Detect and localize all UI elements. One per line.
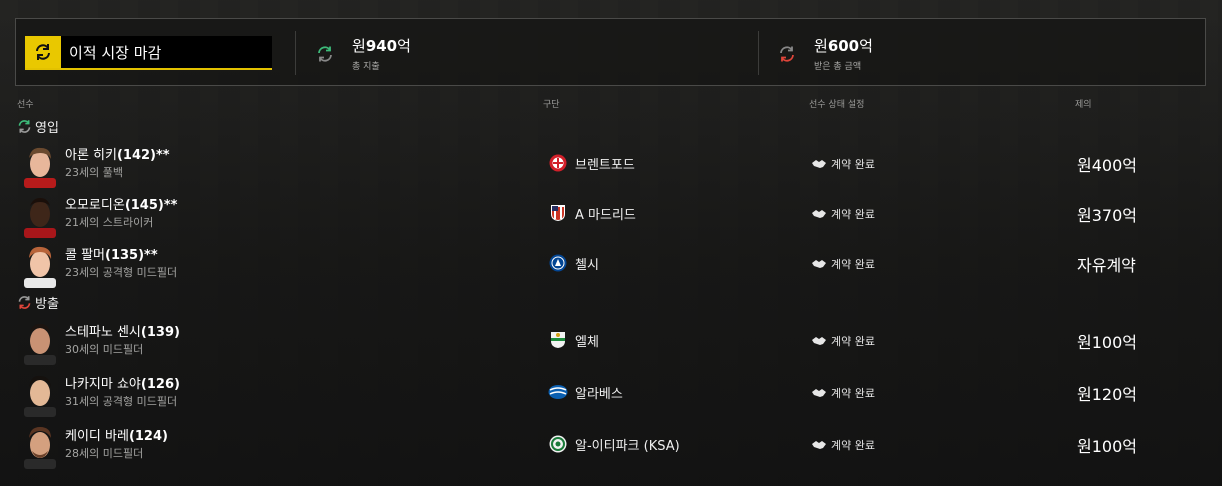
- player-name[interactable]: 나카지마 쇼야(126): [65, 373, 180, 392]
- player-status[interactable]: 계약 완료: [811, 437, 875, 453]
- total-spent-stat: 원940억 총 지출: [316, 35, 411, 72]
- handshake-icon: [812, 210, 826, 218]
- total-received-label: 받은 총 금액: [814, 62, 862, 72]
- offer-value: 원370억: [1077, 206, 1137, 225]
- offer-value: 원100억: [1077, 333, 1137, 352]
- transfer-cycle-icon: [25, 36, 61, 68]
- incoming-transfer-icon: [18, 120, 31, 133]
- player-description: 30세의 미드필더: [65, 343, 144, 356]
- player-status[interactable]: 계약 완료: [811, 256, 875, 272]
- player-description: 31세의 공격형 미드필더: [65, 395, 178, 408]
- player-name[interactable]: 오모로디온(145)**: [65, 194, 177, 213]
- club-name: 알-이티파크 (KSA): [575, 438, 680, 454]
- column-header-player: 선수: [17, 100, 34, 110]
- club-name: 알라베스: [575, 386, 623, 402]
- handshake-icon: [812, 337, 826, 345]
- incoming-transfer-icon: [318, 46, 332, 62]
- player-description: 28세의 미드필더: [65, 447, 144, 460]
- outgoing-transfer-icon: [18, 296, 31, 309]
- handshake-icon: [812, 441, 826, 449]
- player-description: 23세의 공격형 미드필더: [65, 266, 178, 279]
- total-received-stat: 원600억 받은 총 금액: [778, 35, 873, 72]
- offer-value: 원400억: [1077, 156, 1137, 175]
- section-outgoing: 방출: [17, 293, 59, 312]
- chelsea-crest-icon: [548, 253, 568, 273]
- handshake-icon: [812, 389, 826, 397]
- total-spent-value: 원940억: [352, 37, 411, 55]
- transfer-deadline-button[interactable]: 이적 시장 마감: [25, 36, 272, 70]
- club-cell: 알-이티파크 (KSA): [548, 434, 680, 454]
- player-status[interactable]: 계약 완료: [811, 385, 875, 401]
- club-cell: 알라베스: [548, 382, 623, 402]
- player-avatar: [24, 324, 56, 365]
- divider: [295, 31, 296, 75]
- total-received-value: 원600억: [814, 37, 873, 55]
- offer-value: 자유계약: [1077, 256, 1136, 275]
- table-row[interactable]: 아론 히키(142)** 23세의 풀백 브렌트포드 계약 완료 원400억: [0, 142, 1222, 192]
- player-avatar: [24, 427, 56, 469]
- section-outgoing-label: 방출: [35, 297, 59, 312]
- table-row[interactable]: 스테파노 센시(139) 30세의 미드필더 엘체 계약 완료 원100억: [0, 319, 1222, 369]
- club-name: A 마드리드: [575, 207, 636, 223]
- club-cell: 엘체: [548, 330, 599, 350]
- player-name[interactable]: 케이디 바레(124): [65, 425, 168, 444]
- column-header-status: 선수 상태 설정: [809, 100, 865, 110]
- al-ettifaq-crest-icon: [548, 434, 568, 454]
- offer-value: 원100억: [1077, 437, 1137, 456]
- section-incoming: 영입: [17, 117, 59, 136]
- player-description: 23세의 풀백: [65, 166, 123, 179]
- club-name: 첼시: [575, 257, 599, 273]
- club-cell: 첼시: [548, 253, 599, 273]
- column-header-offer: 제의: [1075, 100, 1092, 110]
- table-row[interactable]: 콜 팔머(135)** 23세의 공격형 미드필더 첼시 계약 완료 자유계약: [0, 242, 1222, 292]
- alaves-crest-icon: [548, 382, 568, 402]
- divider: [758, 31, 759, 75]
- elche-crest-icon: [548, 330, 568, 350]
- player-name[interactable]: 콜 팔머(135)**: [65, 244, 158, 263]
- brentford-crest-icon: [548, 153, 568, 173]
- table-row[interactable]: 케이디 바레(124) 28세의 미드필더 알-이티파크 (KSA) 계약 완료…: [0, 423, 1222, 473]
- offer-value: 원120억: [1077, 385, 1137, 404]
- deadline-label: 이적 시장 마감: [69, 43, 162, 62]
- section-incoming-label: 영입: [35, 121, 59, 136]
- player-status[interactable]: 계약 완료: [811, 333, 875, 349]
- player-name[interactable]: 스테파노 센시(139): [65, 321, 180, 340]
- atletico-crest-icon: [548, 203, 568, 223]
- handshake-icon: [812, 260, 826, 268]
- player-description: 21세의 스트라이커: [65, 216, 154, 229]
- player-status[interactable]: 계약 완료: [811, 156, 875, 172]
- player-avatar: [24, 147, 56, 188]
- table-row[interactable]: 오모로디온(145)** 21세의 스트라이커 A 마드리드 계약 완료 원37…: [0, 192, 1222, 242]
- player-name[interactable]: 아론 히키(142)**: [65, 144, 170, 163]
- club-name: 브렌트포드: [575, 157, 635, 173]
- total-spent-label: 총 지출: [352, 62, 380, 72]
- club-name: 엘체: [575, 334, 599, 350]
- player-status[interactable]: 계약 완료: [811, 206, 875, 222]
- player-avatar: [24, 375, 56, 417]
- club-cell: 브렌트포드: [548, 153, 635, 173]
- player-avatar: [24, 246, 56, 288]
- transfer-summary-panel: 이적 시장 마감 원940억 총 지출 원600억 받은 총 금액: [15, 18, 1206, 86]
- handshake-icon: [812, 160, 826, 168]
- table-row[interactable]: 나카지마 쇼야(126) 31세의 공격형 미드필더 알라베스 계약 완료 원1…: [0, 371, 1222, 421]
- player-avatar: [24, 198, 56, 238]
- column-header-club: 구단: [543, 100, 560, 110]
- club-cell: A 마드리드: [548, 203, 636, 223]
- outgoing-transfer-icon: [780, 46, 794, 62]
